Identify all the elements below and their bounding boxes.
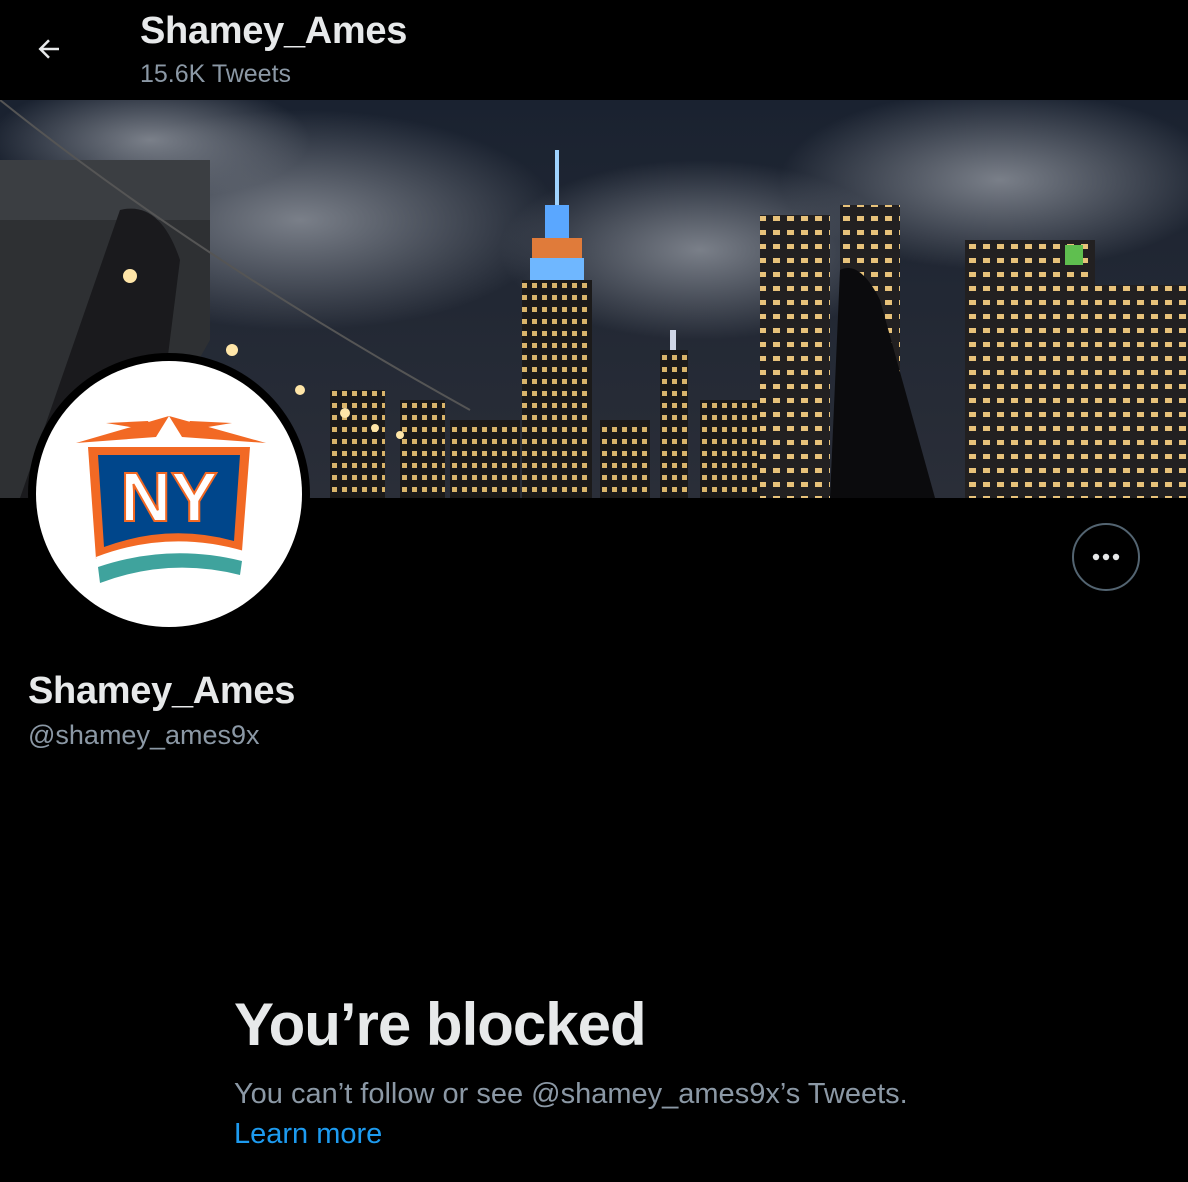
blocked-description: You can’t follow or see @shamey_ames9x’s… [234, 1078, 908, 1110]
header-title: Shamey_Ames [140, 10, 408, 52]
avatar-image: NY [36, 361, 302, 627]
tweet-count: 15.6K Tweets [140, 60, 292, 88]
blocked-title: You’re blocked [234, 991, 647, 1058]
top-bar: Shamey_Ames 15.6K Tweets [0, 0, 1188, 100]
logo-letters: NY [120, 458, 217, 536]
learn-more-link[interactable]: Learn more [234, 1118, 382, 1151]
profile-name: Shamey_Ames [28, 670, 296, 712]
avatar[interactable]: NY [28, 353, 310, 635]
arrow-left-icon [38, 39, 59, 59]
team-logo: NY [76, 416, 266, 583]
profile-handle: @shamey_ames9x [28, 720, 260, 750]
back-button[interactable] [24, 24, 74, 74]
more-options-button[interactable] [1072, 523, 1140, 591]
more-horizontal-icon [1092, 553, 1120, 561]
